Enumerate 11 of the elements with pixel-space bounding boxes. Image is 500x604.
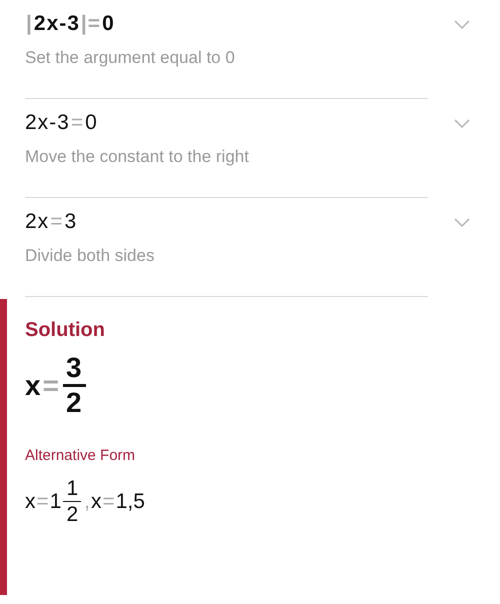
step-hint: Set the argument equal to 0 bbox=[25, 48, 235, 68]
chevron-down-icon[interactable] bbox=[454, 218, 470, 228]
math-expression: 2x=3 bbox=[25, 209, 78, 235]
solution-title: Solution bbox=[25, 319, 105, 342]
chevron-down-icon[interactable] bbox=[454, 119, 470, 129]
math-expression: |2x-3|=0 bbox=[25, 11, 115, 37]
step-hint: Move the constant to the right bbox=[25, 147, 249, 167]
math-expression: 2x-3=0 bbox=[25, 110, 98, 136]
step-hint: Divide both sides bbox=[25, 246, 154, 266]
alternative-form-title: Alternative Form bbox=[25, 447, 136, 464]
chevron-down-icon[interactable] bbox=[454, 20, 470, 30]
